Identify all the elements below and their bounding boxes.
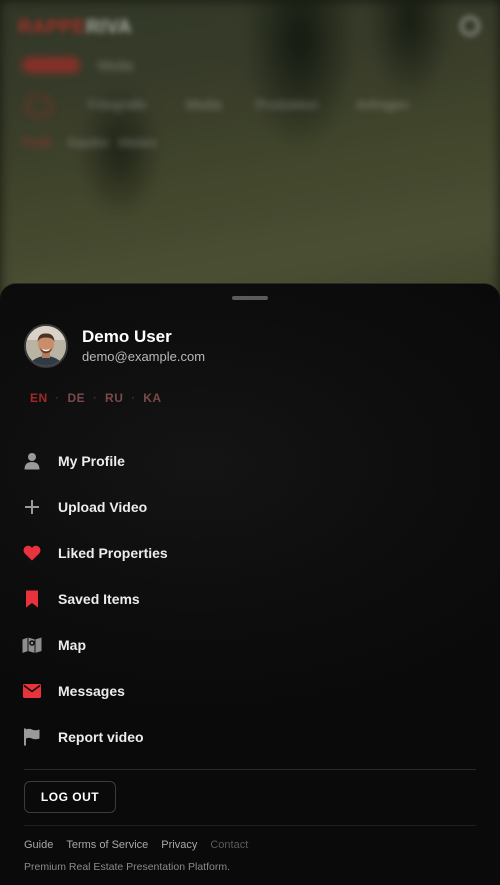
menu-divider xyxy=(24,769,476,770)
menu-item-label: Liked Properties xyxy=(58,545,168,561)
menu-item-messages[interactable]: Messages xyxy=(0,668,500,714)
background-filter-text: Mieten xyxy=(118,135,158,150)
menu-item-my-profile[interactable]: My Profile xyxy=(0,438,500,484)
footer-link-guide[interactable]: Guide xyxy=(24,839,53,851)
menu-item-upload-video[interactable]: Upload Video xyxy=(0,484,500,530)
language-option-ka[interactable]: KA xyxy=(143,391,161,405)
sheet-drag-handle[interactable] xyxy=(232,296,268,300)
user-avatar[interactable] xyxy=(24,324,68,368)
language-separator: · xyxy=(55,392,60,404)
background-nav-text: Fotografie xyxy=(88,97,147,112)
background-pill xyxy=(22,57,80,73)
flag-icon xyxy=(22,727,42,747)
menu-item-label: Upload Video xyxy=(58,499,148,515)
account-menu-sheet: Demo User demo@example.com EN · DE · RU … xyxy=(0,283,500,885)
plus-icon xyxy=(22,497,42,517)
footer-link-terms[interactable]: Terms of Service xyxy=(66,839,148,851)
menu-item-label: Report video xyxy=(58,729,144,745)
menu-item-map[interactable]: Map xyxy=(0,622,500,668)
language-option-en[interactable]: EN xyxy=(30,391,48,405)
logout-button[interactable]: LOG OUT xyxy=(24,781,116,813)
menu-item-report-video[interactable]: Report video xyxy=(0,714,500,760)
footer-tagline: Premium Real Estate Presentation Platfor… xyxy=(24,861,231,873)
bookmark-icon xyxy=(22,589,42,609)
avatar-photo-icon xyxy=(26,326,66,366)
background-search-icon xyxy=(460,16,480,36)
language-option-ru[interactable]: RU xyxy=(105,391,123,405)
language-separator: · xyxy=(93,392,98,404)
menu-item-label: Saved Items xyxy=(58,591,140,607)
footer-links: Guide Terms of Service Privacy Contact xyxy=(24,839,261,851)
heart-icon xyxy=(22,543,42,563)
background-filter-text: Profil xyxy=(22,135,52,150)
menu-item-saved-items[interactable]: Saved Items xyxy=(0,576,500,622)
footer-divider xyxy=(24,825,476,826)
menu-item-label: Messages xyxy=(58,683,125,699)
menu-item-label: Map xyxy=(58,637,86,653)
user-name: Demo User xyxy=(82,327,172,346)
person-icon xyxy=(22,451,42,471)
background-nav-text: Produktion xyxy=(256,97,319,112)
menu-item-label: My Profile xyxy=(58,453,125,469)
background-pill xyxy=(26,96,52,116)
background-logo: RAPPERIVA xyxy=(18,17,132,38)
background-nav-text: Media xyxy=(186,97,222,112)
user-header: Demo User demo@example.com xyxy=(24,324,205,368)
map-icon xyxy=(22,635,42,655)
footer-link-privacy[interactable]: Privacy xyxy=(161,839,197,851)
menu-item-liked-properties[interactable]: Liked Properties xyxy=(0,530,500,576)
background-nav-text: Media xyxy=(98,58,134,73)
language-switcher: EN · DE · RU · KA xyxy=(30,391,162,405)
background-filter-text: Kaufen xyxy=(68,135,110,150)
footer-link-contact[interactable]: Contact xyxy=(210,839,248,851)
background-nav-text: Anfragen xyxy=(356,97,409,112)
account-menu: My Profile Upload Video Liked Properties… xyxy=(0,438,500,760)
user-email: demo@example.com xyxy=(82,349,206,364)
background-dim-overlay xyxy=(0,0,500,300)
envelope-icon xyxy=(22,681,42,701)
language-separator: · xyxy=(131,392,136,404)
language-option-de[interactable]: DE xyxy=(68,391,86,405)
